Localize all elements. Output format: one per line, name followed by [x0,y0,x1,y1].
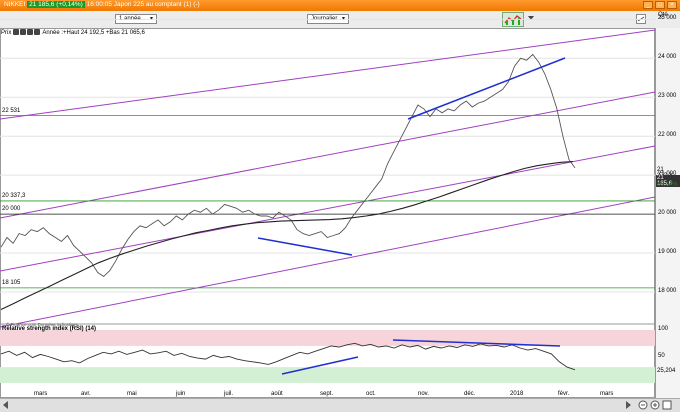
scroll-left-icon[interactable] [2,401,10,409]
channel-line-top [0,29,656,120]
trend-lines [257,57,566,375]
x-tick-label: mars [34,391,48,397]
channel-line-upper [0,91,656,219]
y-tick-label: 23 000 [658,93,677,100]
copyright-text: © Finance.com Données indicatives [6,322,78,327]
x-tick-label: déc. [464,391,476,397]
expand-icon[interactable] [34,29,41,36]
price-header: Prix Année :+Haut 24 192,5 +Bas 21 065,6 [1,29,145,37]
close-panel-icon[interactable] [20,29,27,36]
y-tick-label: 19 000 [658,249,677,256]
trend-channel [0,29,656,328]
x-tick-label: août [271,391,283,397]
ref-line-label: 20 337,3 [2,192,26,199]
zoom-out-icon[interactable] [638,400,648,410]
ref-line-label: 18 105 [2,279,21,286]
channel-line-lower [0,196,656,328]
y-tick-label: 18 000 [658,288,677,294]
zoom-reset-icon[interactable] [662,400,672,410]
y-tick-label: 22 000 [658,132,677,139]
x-tick-label: avr. [81,391,91,397]
price-header-info: Année :+Haut 24 192,5 +Bas 21 065,6 [42,30,145,36]
trendline-rising-top [407,57,566,120]
x-tick-label: oct. [366,391,376,397]
settings-icon[interactable] [13,29,20,36]
rsi-value-box: 25,204 [657,368,676,374]
y-tick-label: 20 000 [658,210,677,217]
x-tick-label: févr. [558,391,570,397]
rsi-zone [0,367,655,383]
x-tick-label: 2018 [510,391,524,397]
x-tick-label: juil. [224,391,234,397]
moving-average-line [0,160,574,310]
y-tick-label: 25 000 [658,15,677,22]
x-tick-label: nov. [418,391,429,397]
rsi-line [0,342,576,371]
rsi-zone [0,330,655,346]
x-tick-label: mai [127,391,137,397]
gear-icon[interactable] [27,29,34,36]
x-tick-label: sept. [320,391,334,397]
price-header-prefix: Prix [1,30,12,36]
rsi-tick-label: 50 [658,352,665,359]
scroll-right-icon[interactable] [624,401,632,409]
rsi-tick-label: 100 [658,326,669,332]
ref-line-label: 20 000 [2,206,21,213]
y-tick-label: 24 000 [658,54,677,61]
x-tick-label: juin [176,391,186,397]
zoom-in-icon[interactable] [650,400,660,410]
ref-line-label: 22 531 [2,107,21,114]
x-tick-label: mars [600,391,614,397]
chart-svg [0,18,656,383]
price-box-change: +0,14% [657,182,678,188]
trendline-support [257,237,353,256]
horizontal-scrollbar[interactable] [0,398,680,412]
channel-line-middle [0,145,656,272]
